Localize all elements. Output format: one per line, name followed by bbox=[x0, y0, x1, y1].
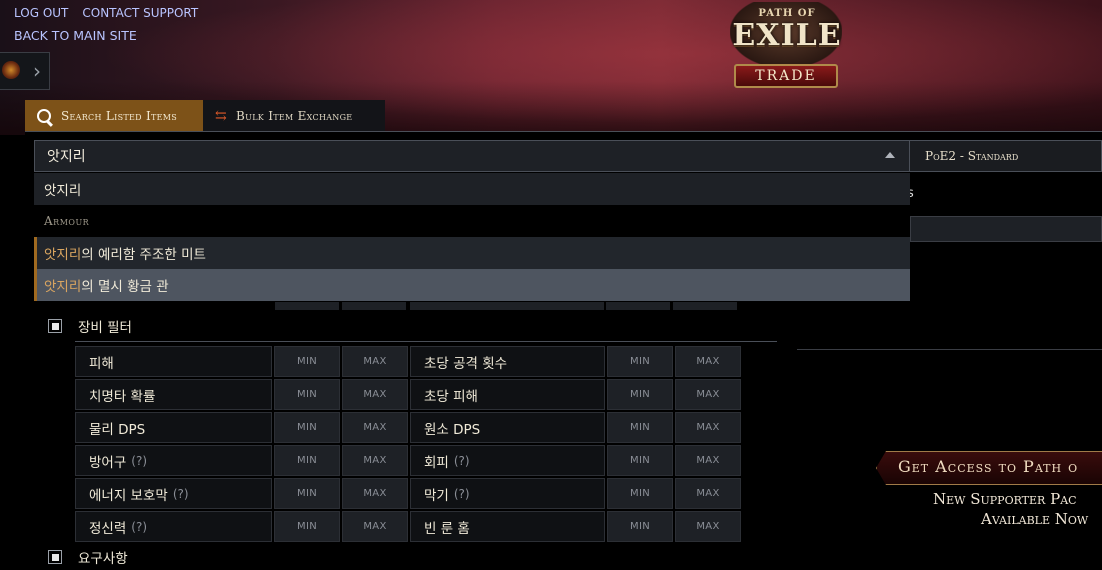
max-input[interactable]: MAX bbox=[342, 478, 408, 509]
caret-up-icon[interactable] bbox=[885, 152, 895, 158]
item-search-input[interactable]: 앗지리 bbox=[34, 140, 910, 172]
max-input[interactable]: MAX bbox=[675, 412, 741, 443]
input-stub bbox=[275, 302, 339, 310]
filter-label-damage: 피해 bbox=[75, 346, 272, 377]
suggestion-item[interactable]: 앗지리 bbox=[34, 173, 910, 205]
ad-line-2: Available Now bbox=[981, 510, 1089, 528]
search-value: 앗지리 bbox=[47, 149, 86, 165]
logo-trade: TRADE bbox=[734, 64, 838, 88]
min-input[interactable]: MIN bbox=[607, 346, 673, 377]
help-icon[interactable]: (?) bbox=[454, 487, 470, 501]
min-input[interactable]: MIN bbox=[607, 511, 673, 542]
filter-label-crit-chance: 치명타 확률 bbox=[75, 379, 272, 410]
filter-label-physical-dps: 물리 DPS bbox=[75, 412, 272, 443]
min-input[interactable]: MIN bbox=[607, 445, 673, 476]
filter-label-empty-rune-sockets: 빈 룬 홈 bbox=[410, 511, 605, 542]
divider bbox=[797, 349, 1102, 350]
filter-label-attacks-per-second: 초당 공격 횟수 bbox=[410, 346, 605, 377]
max-input[interactable]: MAX bbox=[342, 346, 408, 377]
requirements-checkbox[interactable] bbox=[48, 550, 62, 564]
suggestion-item[interactable]: 앗지리 의 예리함 주조한 미트 bbox=[34, 237, 910, 269]
logout-link[interactable]: LOG OUT bbox=[14, 6, 68, 20]
input-stub bbox=[342, 302, 406, 310]
help-icon[interactable]: (?) bbox=[131, 454, 147, 468]
filter-row: 정신력 (?) MIN MAX 빈 룬 홈 MIN MAX bbox=[75, 511, 743, 542]
league-select[interactable]: PoE2 - Standard bbox=[910, 140, 1102, 172]
min-input[interactable]: MIN bbox=[607, 478, 673, 509]
max-input[interactable]: MAX bbox=[675, 511, 741, 542]
min-input[interactable]: MIN bbox=[274, 412, 340, 443]
filter-label-evasion: 회피 (?) bbox=[410, 445, 605, 476]
filter-label-energy-shield: 에너지 보호막 (?) bbox=[75, 478, 272, 509]
tab-bulk-item-exchange[interactable]: ⇆ Bulk Item Exchange bbox=[203, 100, 385, 132]
max-input[interactable]: MAX bbox=[675, 445, 741, 476]
max-input[interactable]: MAX bbox=[342, 445, 408, 476]
filter-row: 방어구 (?) MIN MAX 회피 (?) MIN MAX bbox=[75, 445, 743, 476]
back-to-main-site-link[interactable]: BACK TO MAIN SITE bbox=[14, 28, 137, 43]
input-stub bbox=[410, 302, 604, 310]
min-input[interactable]: MIN bbox=[274, 346, 340, 377]
search-suggestions-dropdown: 앗지리 Armour 앗지리 의 예리함 주조한 미트 앗지리 의 멸시 황금 관 bbox=[34, 173, 910, 302]
requirements-header[interactable]: 요구사항 bbox=[48, 546, 128, 568]
section-title: 장비 필터 bbox=[78, 320, 132, 336]
tab-label: Bulk Item Exchange bbox=[236, 109, 353, 123]
input-stub bbox=[606, 302, 670, 310]
min-input[interactable]: MIN bbox=[607, 412, 673, 443]
equipment-filters-checkbox[interactable] bbox=[48, 319, 62, 333]
max-input[interactable]: MAX bbox=[342, 412, 408, 443]
filter-label-spirit: 정신력 (?) bbox=[75, 511, 272, 542]
min-input[interactable]: MIN bbox=[274, 478, 340, 509]
max-input[interactable]: MAX bbox=[675, 379, 741, 410]
min-input[interactable]: MIN bbox=[274, 511, 340, 542]
help-icon[interactable]: (?) bbox=[173, 487, 189, 501]
suggestion-item-highlighted[interactable]: 앗지리 의 멸시 황금 관 bbox=[34, 269, 910, 301]
logo-exile: EXILE bbox=[732, 18, 842, 53]
partial-input[interactable] bbox=[910, 216, 1102, 242]
filter-label-block: 막기 (?) bbox=[410, 478, 605, 509]
min-input[interactable]: MIN bbox=[607, 379, 673, 410]
ad-line-1: New Supporter Pac bbox=[933, 490, 1077, 508]
chevron-right-icon: › bbox=[33, 59, 41, 83]
search-icon bbox=[37, 109, 51, 123]
filter-label-elemental-dps: 원소 DPS bbox=[410, 412, 605, 443]
max-input[interactable]: MAX bbox=[342, 511, 408, 542]
max-input[interactable]: MAX bbox=[675, 478, 741, 509]
filter-row: 치명타 확률 MIN MAX 초당 피해 MIN MAX bbox=[75, 379, 743, 410]
tab-search-listed-items[interactable]: Search Listed Items bbox=[25, 100, 203, 132]
league-value: PoE2 - Standard bbox=[925, 149, 1019, 163]
section-title: 요구사항 bbox=[78, 551, 128, 567]
trade-tabs: Search Listed Items ⇆ Bulk Item Exchange bbox=[25, 100, 385, 132]
filter-row: 피해 MIN MAX 초당 공격 횟수 MIN MAX bbox=[75, 346, 743, 377]
equipment-filters-header[interactable]: 장비 필터 bbox=[48, 315, 132, 337]
max-input[interactable]: MAX bbox=[342, 379, 408, 410]
top-links: LOG OUT CONTACT SUPPORT bbox=[14, 6, 212, 20]
filter-row: 물리 DPS MIN MAX 원소 DPS MIN MAX bbox=[75, 412, 743, 443]
max-input[interactable]: MAX bbox=[675, 346, 741, 377]
filter-label-dps: 초당 피해 bbox=[410, 379, 605, 410]
input-stub bbox=[673, 302, 737, 310]
filter-label-armour: 방어구 (?) bbox=[75, 445, 272, 476]
contact-support-link[interactable]: CONTACT SUPPORT bbox=[82, 6, 198, 20]
min-input[interactable]: MIN bbox=[274, 445, 340, 476]
exchange-icon: ⇆ bbox=[215, 108, 228, 124]
sidebar-toggle[interactable]: › bbox=[0, 52, 50, 90]
help-icon[interactable]: (?) bbox=[454, 454, 470, 468]
section-divider bbox=[75, 341, 777, 342]
mini-logo-icon bbox=[2, 61, 20, 79]
help-icon[interactable]: (?) bbox=[131, 520, 147, 534]
suggestion-group-header: Armour bbox=[34, 205, 910, 237]
path-of-exile-trade-logo[interactable]: PATH OF EXILE TRADE bbox=[716, 2, 858, 98]
filter-row: 에너지 보호막 (?) MIN MAX 막기 (?) MIN MAX bbox=[75, 478, 743, 509]
tab-label: Search Listed Items bbox=[61, 109, 178, 123]
ad-title[interactable]: Get Access to Path o bbox=[898, 457, 1078, 476]
min-input[interactable]: MIN bbox=[274, 379, 340, 410]
